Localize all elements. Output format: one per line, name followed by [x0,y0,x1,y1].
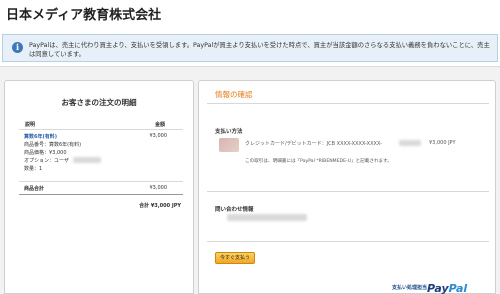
subtotal-divider [19,181,183,182]
redacted-contact-info [227,214,307,221]
info-notice: i PayPalは、売主に代わり買主より、支払いを受領します。PayPalが買主… [2,34,498,62]
item-name-link[interactable]: 算数6年(有料) [24,133,57,140]
item-price: ¥3,000 [149,133,168,139]
redacted-option [73,157,101,163]
item-option: オプション：ユーザ [24,158,69,164]
payment-method-label: 支払い方法 [215,129,243,135]
item-number: 商品番号：算数6年(有料) [24,142,82,148]
confirmation-heading: 情報の確認 [215,90,253,99]
subtotal-label: 商品合計 [24,186,45,192]
button-divider [207,241,489,242]
statement-note: この取引は、明細書には「PayPal *RIBENMEDE-U」と記載されます。 [245,159,392,164]
order-total: 合計 ¥3,000 JPY [139,203,181,209]
info-icon: i [12,42,23,53]
paypal-logo: 支払い処理担当PayPal [392,277,467,294]
handled-by-label: 支払い処理担当 [392,285,428,291]
description-column-header: 説明 [25,122,36,128]
total-divider [19,194,183,195]
heading-divider [207,103,489,104]
notice-text: PayPalは、売主に代わり買主より、支払いを受領します。PayPalが買主より… [29,42,490,58]
paypal-logo-pay: Pay [427,282,449,294]
paypal-logo-pal: Pal [448,282,468,294]
confirmation-panel: 情報の確認 支払い方法 クレジットカード/デビットカード：JCB XXXX-XX… [198,80,496,294]
header-divider [19,129,183,130]
order-summary-panel: お客さまの注文の明細 説明 金額 算数6年(有料) ¥3,000 商品番号：算数… [4,80,194,294]
amount-column-header: 金額 [155,122,166,128]
redacted-card-digits [399,140,421,146]
item-unit-price: 商品価格：¥3,000 [24,150,67,156]
contact-info-label: 問い合わせ情報 [215,207,254,213]
pay-now-button[interactable]: 今すぐ支払う [215,252,255,264]
order-summary-title: お客さまの注文の明細 [61,98,137,107]
card-details: クレジットカード/デビットカード：JCB XXXX-XXXX-XXXX- [245,141,382,147]
merchant-title: 日本メディア教育株式会社 [6,8,162,23]
card-icon [219,138,239,152]
card-amount: ¥3,000 JPY [429,140,456,146]
item-quantity: 数量：1 [24,166,43,172]
subtotal-value: ¥3,000 [149,185,168,191]
contact-divider [207,191,489,192]
